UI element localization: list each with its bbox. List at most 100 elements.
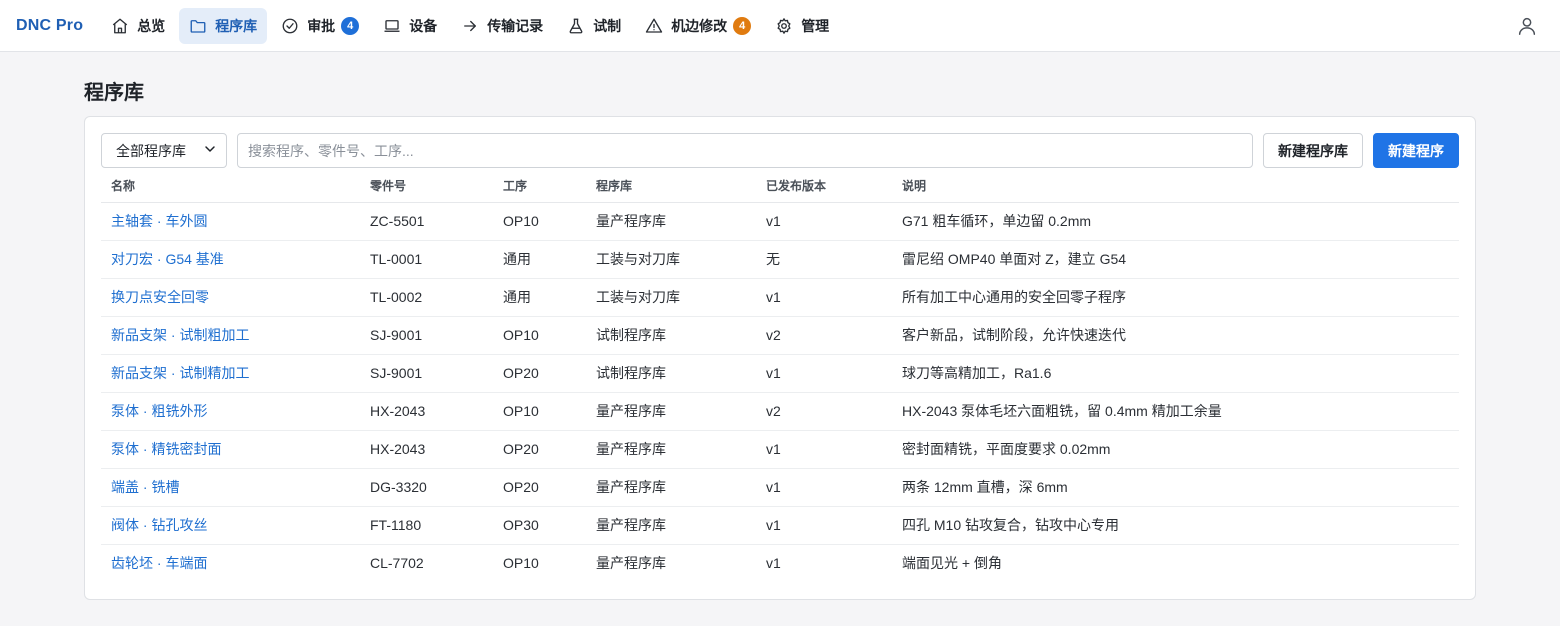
- program-name-link[interactable]: 主轴套 · 车外圆: [111, 213, 207, 229]
- home-icon: [111, 17, 129, 35]
- program-name-link[interactable]: 齿轮坯 · 车端面: [111, 555, 207, 571]
- cell-program-name: 阀体 · 钻孔攻丝: [101, 506, 360, 545]
- column-header-published-version[interactable]: 已发布版本: [756, 170, 892, 203]
- column-header-part-number[interactable]: 零件号: [360, 170, 493, 203]
- cell-description: 端面见光 + 倒角: [902, 555, 1002, 572]
- cell-published-version: 无: [756, 240, 892, 279]
- table-row[interactable]: 端盖 · 铣槽 DG-3320 OP20 量产程序库 v1 两条 12mm 直槽，深 6m…: [101, 468, 1459, 507]
- cell-published-version: v1: [756, 278, 892, 317]
- cell-part-number: DG-3320: [360, 468, 493, 507]
- warning-icon: [645, 17, 663, 35]
- cell-part-number: HX-2043: [360, 392, 493, 431]
- cell-program-name: 泵体 · 粗铣外形: [101, 392, 360, 431]
- toolbar: 全部程序库 新建程序库 新建程序: [101, 133, 1459, 168]
- cell-operation: OP10: [493, 316, 586, 355]
- main-nav: 总览 程序库 审批 4 设备 传输记录 试制 机边修改 4 管理: [101, 7, 839, 44]
- program-name-link[interactable]: 阀体 · 钻孔攻丝: [111, 517, 207, 533]
- check-circle-icon: [281, 17, 299, 35]
- brand-logo[interactable]: DNC Pro: [16, 17, 83, 35]
- table-row[interactable]: 对刀宏 · G54 基准 TL-0001 通用 工装与对刀库无雷尼绍 OMP40 单面…: [101, 240, 1459, 279]
- program-name-link[interactable]: 新品支架 · 试制粗加工: [111, 327, 249, 343]
- cell-operation: OP20: [493, 354, 586, 393]
- cell-description: 四孔 M10 钻攻复合，钻攻中心专用: [892, 506, 1459, 545]
- cell-operation: 通用: [493, 240, 586, 279]
- table-body: 主轴套 · 车外圆 ZC-5501 OP10 量产程序库 v1 G71 粗车循环，单边留 …: [101, 202, 1459, 582]
- column-header-description[interactable]: 说明: [892, 170, 1459, 203]
- program-list-card: 全部程序库 新建程序库 新建程序 名称 零件号 工序 程序库 已发布版本 说明: [84, 116, 1476, 600]
- program-table: 名称 零件号 工序 程序库 已发布版本 说明 主轴套 · 车外圆 ZC-5501 O…: [101, 170, 1459, 582]
- nav-label: 管理: [801, 17, 830, 34]
- cell-program-name: 端盖 · 铣槽: [101, 468, 360, 507]
- nav-item-transfer-log[interactable]: 传输记录: [451, 8, 553, 44]
- nav-item-overview[interactable]: 总览: [101, 8, 175, 44]
- program-name-link[interactable]: 对刀宏 · G54 基准: [111, 251, 224, 267]
- nav-item-onsite-edits[interactable]: 机边修改 4: [635, 8, 761, 44]
- cell-library: 量产程序库: [596, 555, 666, 572]
- cell-description: 客户新品，试制阶段，允许快速迭代: [892, 316, 1459, 355]
- table-row[interactable]: 泵体 · 精铣密封面 HX-2043 OP20 量产程序库 v1 密封面精铣，平面度要求 …: [101, 430, 1459, 469]
- cell-published-version: v2: [756, 316, 892, 355]
- program-name-link[interactable]: 泵体 · 精铣密封面: [111, 441, 221, 457]
- nav-item-approval[interactable]: 审批 4: [271, 8, 369, 44]
- cell-published-version: v1: [756, 468, 892, 507]
- cell-library: 工装与对刀库: [586, 278, 756, 317]
- program-name-link[interactable]: 换刀点安全回零: [111, 289, 209, 305]
- page-title: 程序库: [84, 82, 144, 104]
- search-input[interactable]: [237, 133, 1253, 168]
- new-library-button[interactable]: 新建程序库: [1263, 133, 1363, 168]
- program-name-link[interactable]: 新品支架 · 试制精加工: [111, 365, 249, 381]
- new-program-button[interactable]: 新建程序: [1373, 133, 1459, 168]
- column-header-library[interactable]: 程序库: [586, 170, 756, 203]
- cell-published-version: v1: [756, 506, 892, 545]
- nav-label: 审批: [307, 17, 336, 34]
- nav-item-devices[interactable]: 设备: [373, 8, 447, 44]
- approval-count-badge: 4: [341, 16, 360, 35]
- cell-program-name: 齿轮坯 · 车端面: [101, 544, 360, 582]
- program-name-link[interactable]: 端盖 · 铣槽: [111, 479, 179, 495]
- cell-part-number: CL-7702: [370, 555, 424, 572]
- nav-item-admin[interactable]: 管理: [765, 8, 839, 44]
- program-name-link[interactable]: 泵体 · 粗铣外形: [111, 403, 207, 419]
- column-header-operation[interactable]: 工序: [493, 170, 586, 203]
- cell-description: G71 粗车循环，单边留 0.2mm: [892, 202, 1459, 241]
- gear-icon: [775, 17, 793, 35]
- cell-program-name: 换刀点安全回零: [101, 278, 360, 317]
- nav-label: 机边修改: [671, 17, 728, 34]
- cell-description: HX-2043 泵体毛坯六面粗铣，留 0.4mm 精加工余量: [892, 392, 1459, 431]
- user-icon[interactable]: [1516, 15, 1538, 37]
- cell-description: 两条 12mm 直槽，深 6mm: [892, 468, 1459, 507]
- onsite-edits-count-badge: 4: [733, 16, 752, 35]
- cell-published-version: v1: [756, 354, 892, 393]
- table-row[interactable]: 齿轮坯 · 车端面 CL-7702 OP10 量产程序库 v1 端面见光 + 倒角: [101, 544, 1459, 582]
- table-row[interactable]: 新品支架 · 试制精加工 SJ-9001 OP20 试制程序库 v1 球刀等高精加工，Ra…: [101, 354, 1459, 393]
- nav-item-program-library[interactable]: 程序库: [179, 7, 268, 44]
- cell-part-number: TL-0001: [360, 240, 493, 279]
- table-row[interactable]: 新品支架 · 试制粗加工 SJ-9001 OP10 试制程序库 v2 客户新品，试制阶段，…: [101, 316, 1459, 355]
- cell-part-number: FT-1180: [360, 506, 493, 545]
- cell-operation: OP10: [493, 202, 586, 241]
- cell-program-name: 新品支架 · 试制粗加工: [101, 316, 360, 355]
- cell-published-version: v1: [756, 430, 892, 469]
- cell-part-number: TL-0002: [360, 278, 493, 317]
- cell-description: 所有加工中心通用的安全回零子程序: [892, 278, 1459, 317]
- cell-description: 密封面精铣，平面度要求 0.02mm: [892, 430, 1459, 469]
- cell-program-name: 新品支架 · 试制精加工: [101, 354, 360, 393]
- cell-library: 试制程序库: [586, 316, 756, 355]
- table-header-row: 名称 零件号 工序 程序库 已发布版本 说明: [101, 170, 1459, 203]
- table-row[interactable]: 泵体 · 粗铣外形 HX-2043 OP10 量产程序库 v2 HX-2043 泵体毛坯六…: [101, 392, 1459, 431]
- cell-program-name: 对刀宏 · G54 基准: [101, 240, 360, 279]
- cell-library: 量产程序库: [586, 430, 756, 469]
- cell-published-version: v1: [756, 202, 892, 241]
- table-row[interactable]: 换刀点安全回零 TL-0002 通用 工装与对刀库 v1 所有加工中心通用的安全回零子程序: [101, 278, 1459, 317]
- main-content: 程序库 全部程序库 新建程序库 新建程序 名称 零件号 工序 程序库 已发布版本: [0, 52, 1560, 600]
- library-filter-select[interactable]: 全部程序库: [101, 133, 227, 168]
- nav-label: 程序库: [215, 17, 258, 34]
- table-row[interactable]: 主轴套 · 车外圆 ZC-5501 OP10 量产程序库 v1 G71 粗车循环，单边留 …: [101, 202, 1459, 241]
- cell-operation: OP10: [503, 555, 539, 572]
- cell-program-name: 主轴套 · 车外圆: [101, 202, 360, 241]
- table-row[interactable]: 阀体 · 钻孔攻丝 FT-1180 OP30 量产程序库 v1 四孔 M10 钻攻复合，钻…: [101, 506, 1459, 545]
- column-header-name[interactable]: 名称: [101, 170, 360, 203]
- nav-item-trial[interactable]: 试制: [557, 8, 631, 44]
- nav-label: 总览: [137, 17, 166, 34]
- arrow-right-icon: [461, 17, 479, 35]
